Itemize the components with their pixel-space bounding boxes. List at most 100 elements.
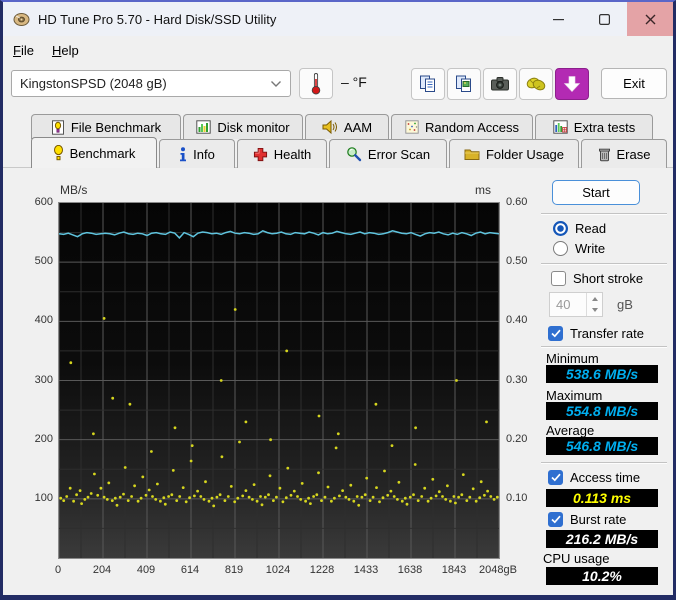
screenshot-button[interactable] [483,68,517,100]
separator [541,346,667,348]
short-stroke-size-spinner[interactable]: 40 [549,292,603,317]
drive-select-dropdown[interactable]: KingstonSPSD (2048 gB) [11,70,291,97]
tab-health[interactable]: Health [237,139,327,168]
benchmark-icon [53,145,63,161]
transfer-rate-label[interactable]: Transfer rate [570,326,644,341]
x-axis-ticks: 0 204 409 614 819 1024 1228 1433 1638 1843 2048gB [54,564,517,580]
copy-text-icon [420,75,435,92]
tab-label: Erase [616,146,651,162]
short-stroke-label[interactable]: Short stroke [573,271,643,286]
tab-aam[interactable]: AAM [305,114,389,139]
left-axis-ticks: 600 500 400 300 200 100 [21,196,53,559]
arrow-down-icon [591,308,598,313]
camera-icon [491,77,509,91]
tick-label: 200 [34,432,53,445]
spinner-up-button[interactable] [587,293,602,305]
close-icon [645,14,655,24]
tab-disk-monitor[interactable]: Disk monitor [183,114,303,139]
start-button[interactable]: Start [552,180,640,205]
start-label: Start [582,185,610,200]
tick-label: 0.30 [506,373,528,386]
toolbar: KingstonSPSD (2048 gB) – °F Exit [3,62,673,108]
tab-label: Info [193,146,215,162]
tick-label: 1843 [441,564,467,576]
checkbox-checked-icon[interactable] [548,512,563,527]
cpu-usage-label: CPU usage [543,551,610,566]
check-icon [550,515,561,524]
tick-label: 0.20 [506,432,528,445]
burst-rate-checkbox[interactable]: Burst rate [548,512,626,527]
tick-label: 1638 [397,564,423,576]
close-button[interactable] [627,2,673,36]
access-time-checkbox[interactable]: Access time [548,470,640,485]
tab-label: Disk monitor [217,119,290,135]
tick-label: 409 [136,564,156,576]
access-time-value: 0.113 ms [546,489,658,507]
tick-label: 204 [92,564,112,576]
thermometer-icon [311,73,321,95]
access-time-label[interactable]: Access time [570,470,640,485]
extra-tests-icon [553,120,568,134]
write-radio[interactable]: Write [553,241,605,256]
exit-button[interactable]: Exit [601,68,667,99]
tab-benchmark[interactable]: Benchmark [31,137,157,168]
menu-help[interactable]: Help [52,43,79,58]
left-axis-unit: MB/s [60,183,88,197]
maximize-button[interactable] [581,2,627,36]
short-stroke-checkbox[interactable]: Short stroke [551,271,643,286]
menu-file[interactable]: File [13,43,34,58]
copy-image-button[interactable] [447,68,481,100]
transfer-rate-checkbox[interactable]: Transfer rate [548,326,644,341]
read-label[interactable]: Read [575,221,606,236]
tab-extra-tests[interactable]: Extra tests [535,114,653,139]
tab-file-benchmark[interactable]: File Benchmark [31,114,181,139]
radio-unselected-icon[interactable] [553,241,568,256]
tab-info[interactable]: Info [159,139,235,168]
average-value: 546.8 MB/s [546,437,658,455]
save-results-button[interactable] [555,68,589,100]
tab-label: Extra tests [573,119,636,135]
spinner-down-button[interactable] [587,305,602,317]
magnifier-icon [347,147,362,162]
burst-rate-label[interactable]: Burst rate [570,512,626,527]
minimize-icon [552,18,564,20]
tab-folder-usage[interactable]: Folder Usage [449,139,579,168]
tick-label: 0 [54,564,62,576]
tick-label: 400 [34,314,53,327]
burst-rate-value: 216.2 MB/s [546,530,658,548]
copy-text-button[interactable] [411,68,445,100]
short-stroke-size-value[interactable]: 40 [550,293,586,316]
tab-error-scan[interactable]: Error Scan [329,139,447,168]
menu-bar: File Help [3,38,673,62]
maximize-icon [598,13,610,25]
minimum-value: 538.6 MB/s [546,365,658,383]
checkbox-checked-icon[interactable] [548,470,563,485]
exit-label: Exit [623,76,645,91]
temperature-button[interactable] [299,68,333,99]
chevron-down-icon [271,80,281,87]
tick-label: 1228 [309,564,335,576]
donate-button[interactable] [519,68,553,100]
folder-icon [464,149,480,160]
benchmark-plot [58,202,500,559]
tab-random-access[interactable]: Random Access [391,114,533,139]
write-label[interactable]: Write [575,241,605,256]
tab-label: Folder Usage [485,146,565,162]
right-axis-ticks: 0.60 0.50 0.40 0.30 0.20 0.10 [506,196,546,559]
trash-icon [598,148,610,161]
tab-erase[interactable]: Erase [581,139,667,168]
checkbox-checked-icon[interactable] [548,326,563,341]
file-benchmark-icon [51,119,64,135]
minimize-button[interactable] [535,2,581,36]
tab-label: File Benchmark [70,119,162,135]
minimum-label: Minimum [546,351,599,366]
tick-label: 100 [34,491,53,504]
speaker-icon [322,120,337,134]
tick-label: 0.60 [506,196,528,208]
read-radio[interactable]: Read [553,221,606,236]
checkbox-unchecked-icon[interactable] [551,271,566,286]
tick-label: 1433 [353,564,379,576]
maximum-label: Maximum [546,388,603,403]
average-label: Average [546,423,595,438]
radio-selected-icon[interactable] [553,221,568,236]
